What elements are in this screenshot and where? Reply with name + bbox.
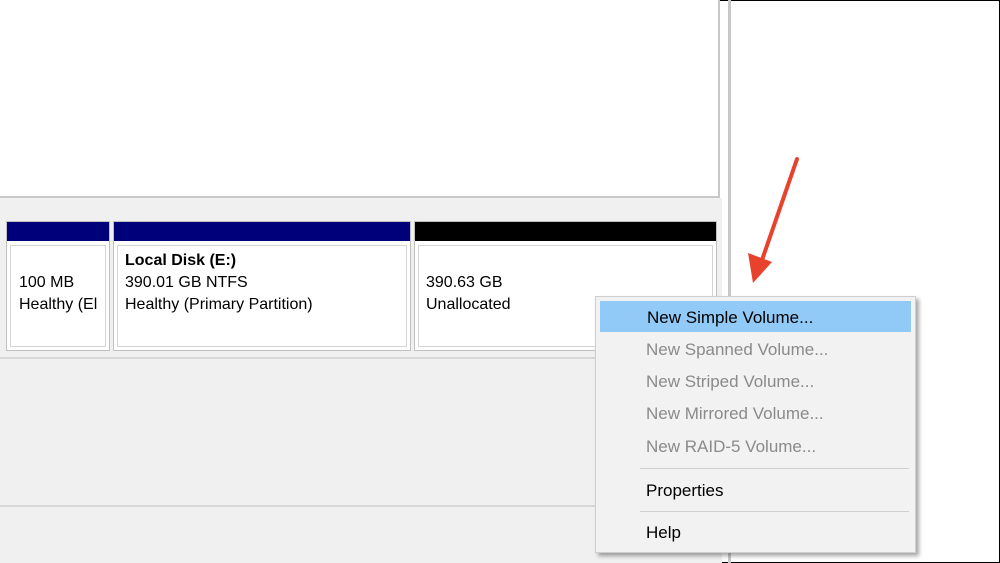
menu-item-new-raid5-volume[interactable]: New RAID-5 Volume... [600, 431, 911, 462]
menu-item-new-spanned-volume[interactable]: New Spanned Volume... [600, 334, 911, 365]
partition-status: Healthy (Primary Partition) [125, 296, 313, 313]
menu-item-help[interactable]: Help [600, 517, 911, 548]
menu-item-new-striped-volume[interactable]: New Striped Volume... [600, 366, 911, 397]
partition-body: 100 MB Healthy (El [10, 245, 106, 347]
menu-separator [640, 468, 909, 469]
context-menu: New Simple Volume... New Spanned Volume.… [595, 296, 916, 553]
partition-status: Healthy (El [19, 296, 98, 313]
partition-status: Unallocated [426, 296, 511, 314]
menu-item-new-simple-volume[interactable]: New Simple Volume... [600, 301, 911, 332]
partition-bar [114, 222, 410, 241]
partition-system-reserved[interactable]: 100 MB Healthy (El [6, 221, 110, 351]
partition-local-disk-e[interactable]: Local Disk (E:) 390.01 GB NTFS Healthy (… [113, 221, 411, 351]
pane-splitter[interactable] [0, 198, 722, 208]
partition-size: 100 MB [19, 274, 75, 291]
partition-name: Local Disk (E:) [125, 252, 237, 269]
partition-bar [415, 222, 716, 241]
menu-item-new-mirrored-volume[interactable]: New Mirrored Volume... [600, 398, 911, 429]
red-arrow-icon [748, 157, 799, 283]
partition-size: 390.01 GB NTFS [125, 274, 248, 291]
volume-list-pane[interactable] [0, 0, 720, 198]
menu-item-properties[interactable]: Properties [600, 475, 911, 506]
partition-size: 390.63 GB [426, 274, 503, 292]
partition-body: Local Disk (E:) 390.01 GB NTFS Healthy (… [117, 245, 407, 347]
partition-bar [7, 222, 109, 241]
menu-separator [640, 511, 909, 512]
